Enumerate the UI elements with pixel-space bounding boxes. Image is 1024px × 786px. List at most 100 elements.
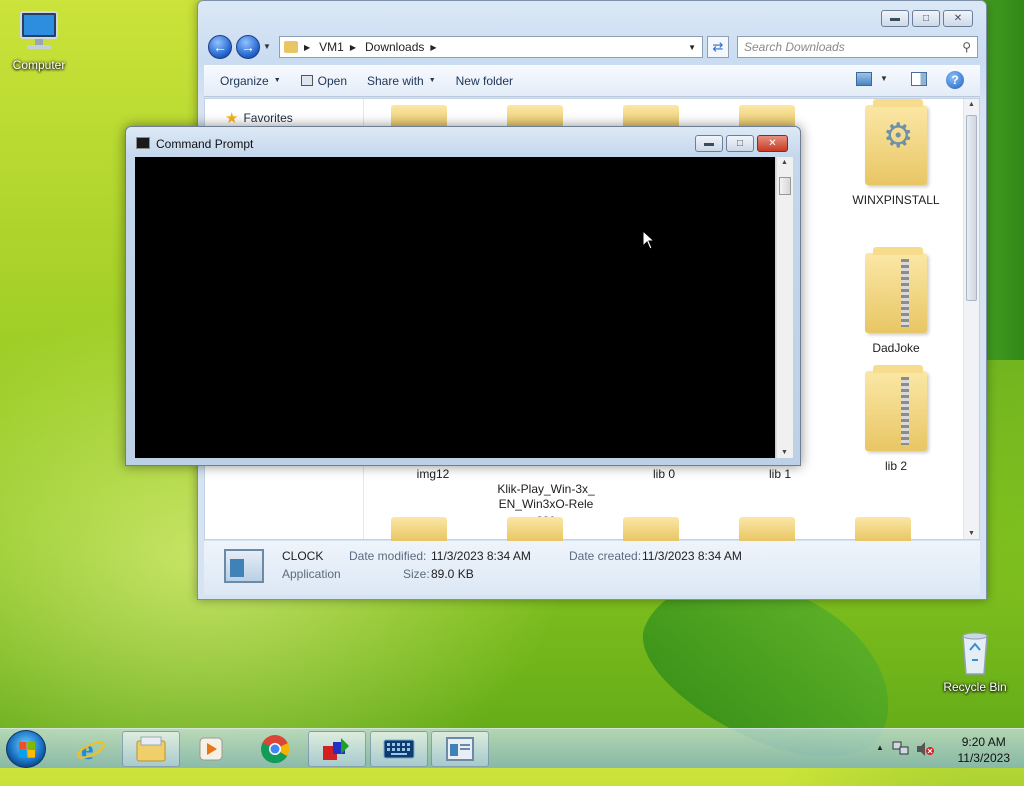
size-value: 89.0 KB	[431, 567, 474, 581]
start-button[interactable]	[6, 730, 46, 768]
media-player-icon	[199, 737, 223, 761]
console-area[interactable]	[135, 157, 775, 458]
scroll-up-icon[interactable]: ▲	[781, 159, 788, 166]
folder-icon[interactable]	[391, 517, 447, 541]
search-icon[interactable]: ⚲	[962, 40, 971, 54]
share-with-button[interactable]: Share with ▼	[357, 74, 446, 88]
zip-folder-icon	[865, 247, 927, 333]
taskbar-chrome[interactable]	[246, 731, 304, 767]
desktop-icon-label: Recycle Bin	[943, 680, 1007, 694]
recycle-bin-icon	[951, 630, 999, 676]
chevron-down-icon: ▼	[273, 77, 281, 84]
date-created-label: Date created:	[569, 549, 642, 563]
clock-date: 11/3/2023	[957, 751, 1011, 765]
minimize-button[interactable]: ▬	[695, 135, 723, 152]
share-with-label: Share with	[367, 73, 424, 88]
breadcrumb-vm1[interactable]: VM1	[319, 40, 344, 54]
taskbar-application-window[interactable]	[431, 731, 489, 767]
forward-button[interactable]: →	[236, 35, 260, 59]
mouse-cursor-icon	[642, 230, 656, 250]
taskbar-internet-explorer[interactable]: e	[62, 731, 120, 767]
zip-folder-icon	[865, 365, 927, 451]
change-view-icon[interactable]	[856, 72, 872, 86]
open-icon	[300, 75, 313, 86]
search-placeholder: Search Downloads	[744, 40, 845, 54]
date-modified-value: 11/3/2023 8:34 AM	[431, 549, 531, 563]
chevron-right-icon[interactable]: ▶	[430, 43, 436, 52]
scrollbar-thumb[interactable]	[966, 115, 977, 301]
maximize-button[interactable]: □	[726, 135, 754, 152]
file-item-label: img12	[416, 467, 450, 481]
file-item-img12[interactable]: img12	[378, 467, 488, 482]
cmd-icon	[136, 137, 150, 149]
show-hidden-icons-icon[interactable]: ▲	[876, 743, 884, 752]
open-label: Open	[317, 73, 347, 88]
zipper-icon	[901, 259, 909, 327]
internet-explorer-icon: e	[77, 735, 105, 764]
network-icon[interactable]	[892, 741, 910, 757]
address-bar[interactable]: ▶ VM1 ▶ Downloads ▶ ▼	[279, 36, 703, 58]
details-type: Application	[282, 567, 341, 581]
taskbar-keyboard[interactable]	[370, 731, 428, 767]
folder-icon[interactable]	[739, 517, 795, 541]
favorites-label: Favorites	[243, 111, 293, 125]
open-button[interactable]: Open	[291, 74, 357, 88]
file-item-dadjoke[interactable]: DadJoke	[841, 247, 951, 356]
command-bar: Organize ▼ Open Share with ▼ New folder …	[204, 65, 980, 97]
new-folder-label: New folder	[455, 73, 513, 88]
application-window-icon	[446, 737, 474, 761]
file-item-winxpinstall[interactable]: ⚙ WINXPINSTALL	[841, 99, 951, 208]
computer-icon	[15, 8, 63, 54]
help-icon[interactable]: ?	[946, 71, 964, 89]
file-item-label: DadJoke	[872, 341, 920, 355]
size-label: Size:	[403, 567, 430, 581]
taskbar-paint-shapes[interactable]	[308, 731, 366, 767]
folder-icon[interactable]	[855, 517, 911, 541]
preview-pane-icon[interactable]	[911, 72, 927, 86]
favorites-item[interactable]: ★ Favorites	[225, 109, 293, 127]
keyboard-icon	[383, 739, 415, 759]
file-item-lib-1[interactable]: lib 1	[725, 467, 835, 482]
star-icon: ★	[225, 110, 239, 127]
refresh-button[interactable]: ⇄	[707, 36, 729, 58]
back-button[interactable]: ←	[208, 35, 232, 59]
search-input[interactable]: Search Downloads ⚲	[737, 36, 978, 58]
folder-icon	[284, 41, 298, 53]
window-title: Command Prompt	[156, 137, 254, 151]
date-modified-label: Date modified:	[349, 549, 427, 563]
recent-pages-dropdown[interactable]: ▼	[263, 42, 271, 51]
folder-icon[interactable]	[507, 517, 563, 541]
scroll-down-icon[interactable]: ▼	[781, 449, 788, 456]
breadcrumb-downloads[interactable]: Downloads	[365, 40, 424, 54]
clock-time: 9:20 AM	[961, 735, 1006, 749]
minimize-button[interactable]: ▬	[881, 10, 909, 27]
maximize-button[interactable]: □	[912, 10, 940, 27]
vertical-scrollbar[interactable]: ▲ ▼	[963, 99, 979, 539]
new-folder-button[interactable]: New folder	[446, 74, 523, 88]
close-button[interactable]: ✕	[943, 10, 973, 27]
command-prompt-window[interactable]: Command Prompt ▬ □ ✕ ▲ ▼	[125, 126, 801, 466]
desktop-icon-computer[interactable]: Computer	[1, 8, 77, 72]
chevron-right-icon[interactable]: ▶	[304, 43, 310, 52]
file-item-lib-2[interactable]: lib 2	[841, 365, 951, 474]
taskbar-windows-explorer[interactable]	[122, 731, 180, 767]
address-dropdown-icon[interactable]: ▼	[688, 43, 696, 52]
scroll-up-icon[interactable]: ▲	[968, 101, 975, 108]
organize-button[interactable]: Organize ▼	[204, 74, 291, 88]
file-item-label: lib 1	[768, 467, 791, 481]
close-button[interactable]: ✕	[757, 135, 788, 152]
scroll-down-icon[interactable]: ▼	[968, 530, 975, 537]
details-pane: CLOCK Application Date modified: 11/3/20…	[204, 541, 980, 595]
view-options-dropdown[interactable]: ▼	[880, 74, 888, 83]
volume-muted-icon[interactable]	[916, 741, 934, 757]
scrollbar-thumb[interactable]	[779, 177, 791, 195]
notification-area: ▲ 9:20 AM 11/3/2023	[864, 729, 1024, 769]
chevron-right-icon[interactable]: ▶	[350, 43, 356, 52]
file-item-lib-0[interactable]: lib 0	[609, 467, 719, 482]
taskbar-media-player[interactable]	[182, 731, 240, 767]
system-clock[interactable]: 9:20 AM 11/3/2023	[958, 734, 1011, 766]
folder-icon[interactable]	[623, 517, 679, 541]
windows-logo-icon	[19, 742, 35, 758]
vertical-scrollbar[interactable]: ▲ ▼	[776, 157, 793, 458]
desktop-icon-recycle-bin[interactable]: Recycle Bin	[937, 630, 1013, 694]
